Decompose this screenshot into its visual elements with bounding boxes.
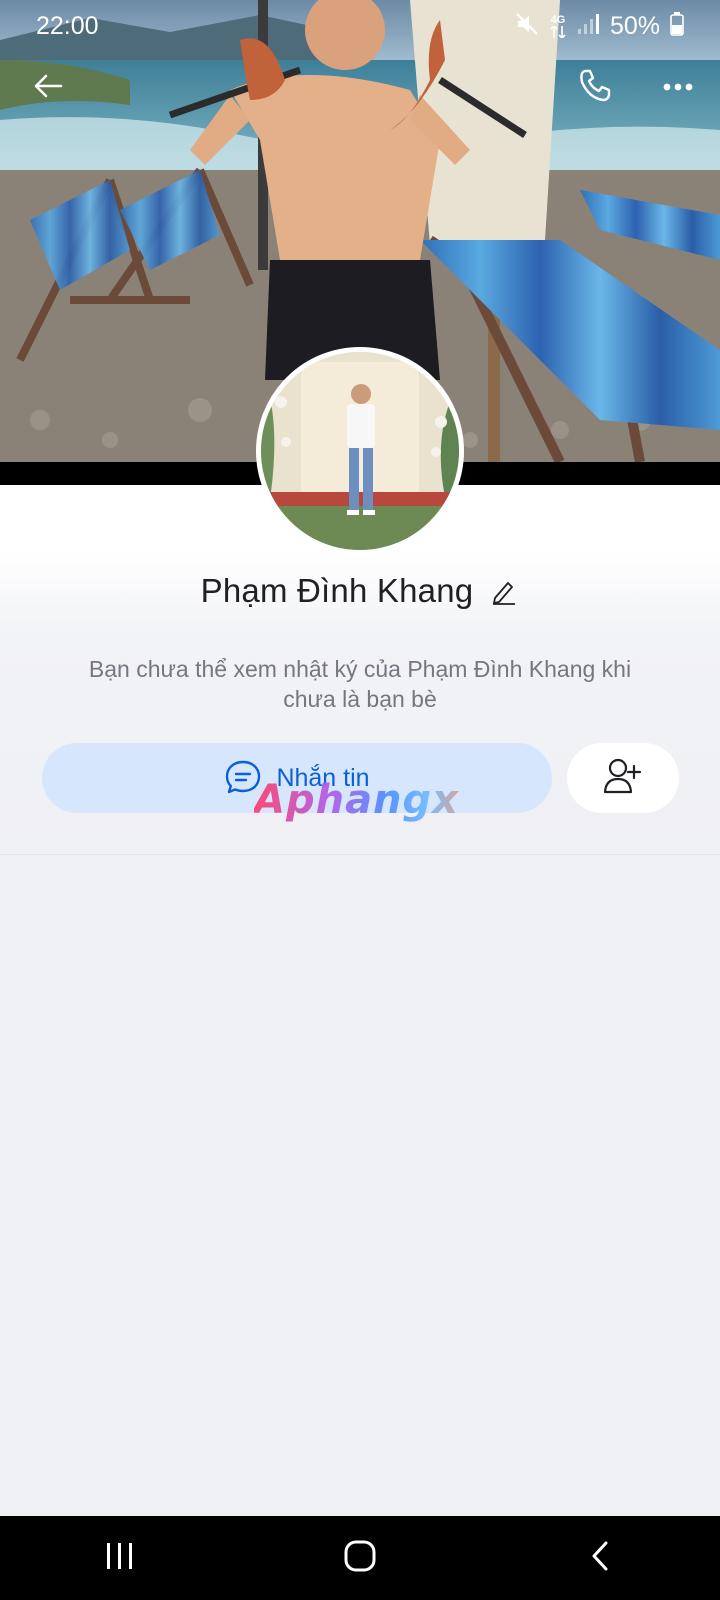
recents-button[interactable] [80,1528,160,1588]
network-label: 4G [550,13,566,26]
nav-back-icon [589,1540,611,1577]
battery-percent: 50% [609,11,660,40]
status-bar: 22:00 4G 50% [0,0,720,52]
add-friend-icon [603,757,643,800]
status-icons: 4G 50% [514,11,684,42]
pencil-icon[interactable] [489,576,519,606]
recents-icon [104,1541,136,1576]
more-button[interactable] [656,66,700,110]
back-arrow-icon [31,69,65,108]
call-button[interactable] [572,64,618,110]
profile-header [0,58,720,114]
battery-icon [670,11,684,41]
mute-icon [514,11,540,42]
status-time: 22:00 [36,11,99,40]
chat-bubble-icon [224,759,262,797]
home-icon [343,1539,377,1578]
name-row: Phạm Đình Khang [0,568,720,614]
signal-icon [576,12,600,41]
add-friend-button[interactable] [567,743,679,813]
profile-name: Phạm Đình Khang [200,572,474,609]
phone-icon [577,67,613,108]
avatar[interactable] [256,347,464,555]
system-nav-bar [0,1516,720,1600]
privacy-note: Bạn chưa thể xem nhật ký của Phạm Đình K… [88,656,632,712]
network-4g-icon: 4G [550,13,566,38]
message-button[interactable]: Nhắn tin [42,743,552,813]
nav-back-button[interactable] [560,1528,640,1588]
home-button[interactable] [320,1528,400,1588]
more-dots-icon [662,79,694,97]
back-button[interactable] [26,66,70,110]
message-label: Nhắn tin [276,763,370,792]
